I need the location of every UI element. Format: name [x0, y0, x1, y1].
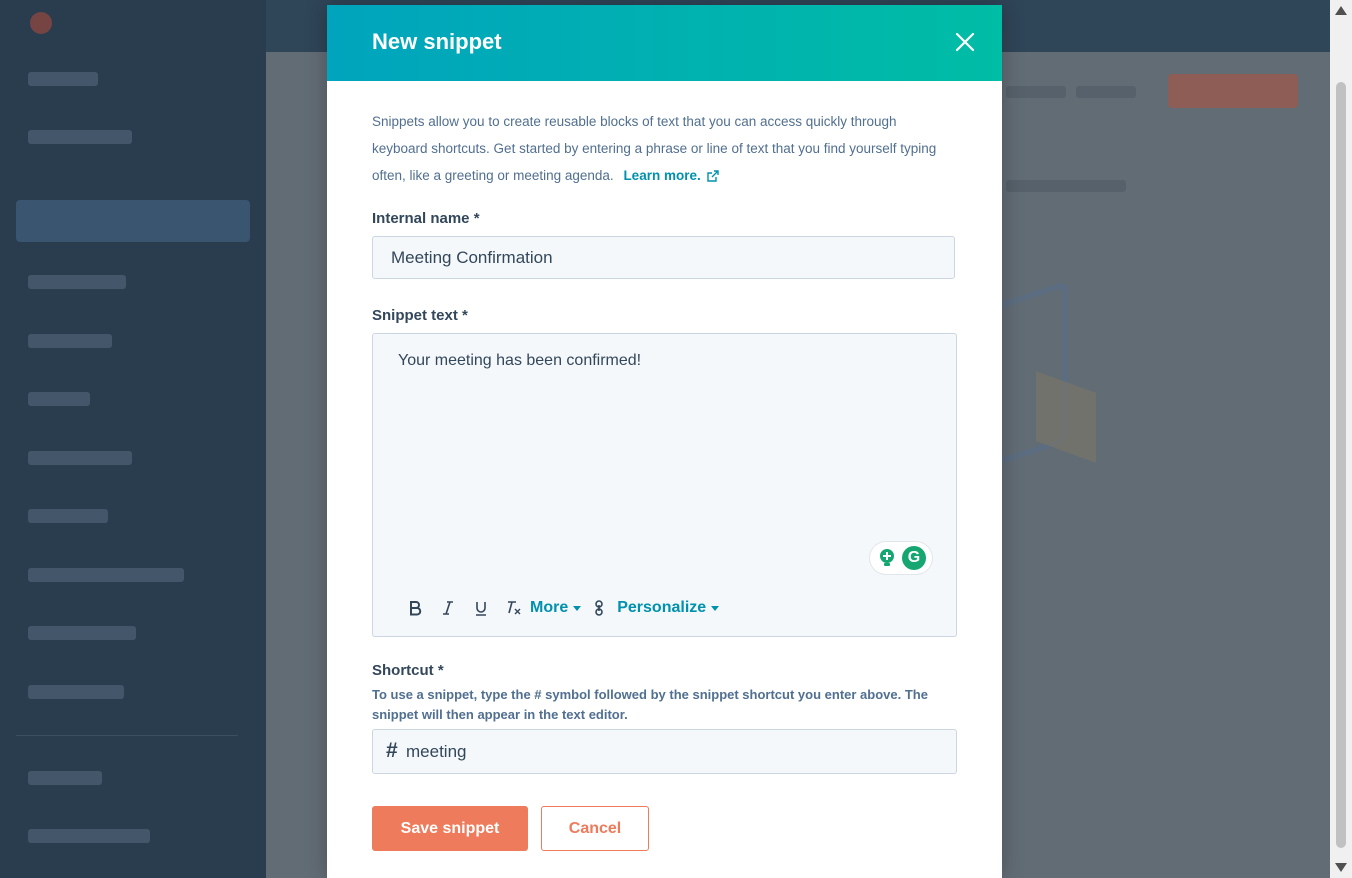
shortcut-label: Shortcut * — [372, 662, 444, 679]
background-nav-item — [28, 72, 98, 86]
chevron-down-icon — [573, 605, 582, 611]
new-snippet-dialog: New snippet Snippets allow you to create… — [327, 5, 1002, 878]
background-sidebar — [0, 0, 266, 878]
grammarly-logo-icon[interactable]: G — [902, 546, 926, 570]
lightbulb-icon[interactable] — [877, 548, 897, 568]
background-nav-item — [28, 829, 150, 843]
dialog-title: New snippet — [372, 29, 502, 54]
italic-button[interactable] — [431, 596, 464, 620]
underline-icon — [475, 602, 486, 616]
snippet-text-label: Snippet text * — [372, 307, 468, 324]
personalize-dropdown[interactable]: Personalize — [617, 599, 720, 617]
dialog-header: New snippet — [327, 5, 1002, 81]
background-nav-active — [16, 200, 250, 242]
bold-button[interactable] — [398, 596, 431, 620]
external-link-icon[interactable] — [707, 170, 719, 183]
background-nav-item — [28, 392, 90, 406]
background-divider — [16, 735, 238, 736]
background-nav-item — [28, 451, 132, 465]
shortcut-value[interactable]: meeting — [406, 742, 466, 762]
link-icon — [595, 600, 604, 616]
close-button[interactable] — [952, 29, 978, 55]
background-nav-item — [28, 568, 184, 582]
learn-more-link[interactable]: Learn more. — [623, 168, 700, 183]
background-logo — [30, 12, 52, 34]
background-action-button — [1168, 74, 1298, 108]
background-nav-item — [28, 771, 102, 785]
scroll-thumb[interactable] — [1336, 82, 1346, 848]
snippet-text-content[interactable]: Your meeting has been confirmed! — [398, 352, 641, 370]
save-snippet-button[interactable]: Save snippet — [372, 806, 528, 851]
background-text — [1076, 86, 1136, 98]
underline-button[interactable] — [464, 596, 497, 620]
more-dropdown[interactable]: More — [530, 599, 582, 617]
background-nav-item — [28, 626, 136, 640]
internal-name-input[interactable] — [372, 236, 955, 279]
personalize-label: Personalize — [617, 599, 707, 616]
clear-formatting-icon — [507, 601, 520, 615]
chevron-down-icon — [711, 605, 720, 611]
link-button[interactable] — [581, 596, 617, 620]
internal-name-label: Internal name * — [372, 210, 480, 227]
hash-prefix: # — [386, 739, 398, 762]
clear-formatting-button[interactable] — [497, 596, 530, 620]
background-nav-item — [28, 685, 124, 699]
editor-toolbar: More Personalize — [398, 596, 720, 620]
bold-icon — [409, 601, 421, 616]
italic-icon — [442, 601, 453, 615]
snippet-text-editor[interactable]: Your meeting has been confirmed! G More … — [372, 333, 957, 637]
page-scrollbar[interactable] — [1330, 0, 1352, 878]
scroll-up-arrow-icon[interactable] — [1335, 6, 1347, 15]
background-text — [1006, 86, 1066, 98]
intro-text: Snippets allow you to create reusable bl… — [372, 108, 952, 189]
shortcut-input[interactable]: # meeting — [372, 729, 957, 774]
scroll-down-arrow-icon[interactable] — [1335, 863, 1347, 872]
background-nav-item — [28, 509, 108, 523]
grammarly-widget[interactable]: G — [870, 542, 932, 574]
cancel-button[interactable]: Cancel — [541, 806, 649, 851]
shortcut-hint: To use a snippet, type the # symbol foll… — [372, 687, 928, 722]
background-nav-item — [28, 275, 126, 289]
background-nav-item — [28, 130, 132, 144]
background-nav-item — [28, 334, 112, 348]
background-text — [1006, 180, 1126, 192]
more-label: More — [530, 599, 569, 616]
close-icon[interactable] — [952, 29, 978, 55]
